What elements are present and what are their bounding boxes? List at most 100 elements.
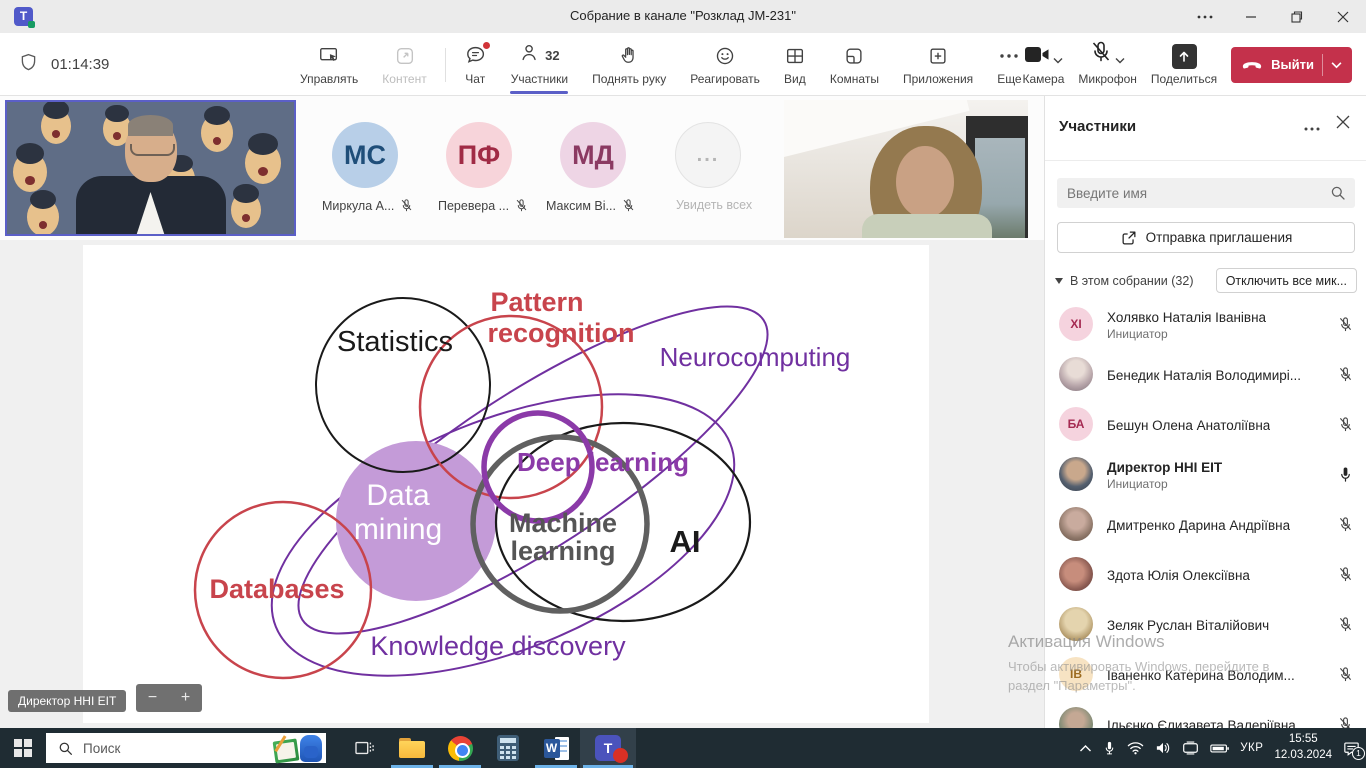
notification-count-badge: 1: [1352, 747, 1365, 760]
camera-chevron-icon[interactable]: [1053, 51, 1063, 69]
tray-chevron-icon[interactable]: [1079, 744, 1092, 753]
mic-muted-icon[interactable]: [1338, 616, 1353, 633]
title-bar: T Собрание в канале "Розклад JM-231": [0, 0, 1366, 33]
system-tray: УКР 15:55 12.03.2024 1: [1079, 728, 1360, 768]
participant-row[interactable]: БА Бешун Олена Анатоліївна: [1045, 400, 1366, 450]
avatar-photo: [1059, 507, 1093, 541]
taskbar-clock[interactable]: 15:55 12.03.2024: [1274, 732, 1332, 763]
chat-notification-dot: [483, 42, 490, 49]
zoom-in-button[interactable]: +: [181, 690, 190, 706]
panel-more-icon[interactable]: [1304, 118, 1320, 136]
search-placeholder: Поиск: [83, 741, 120, 756]
calculator-button[interactable]: [484, 728, 532, 768]
minimize-button[interactable]: [1228, 0, 1274, 33]
section-collapse-icon[interactable]: [1055, 278, 1063, 284]
section-label[interactable]: В этом собрании (32): [1070, 274, 1194, 288]
ai-ml-venn-diagram: Statistics Pattern recognition Neurocomp…: [83, 245, 929, 723]
tray-wifi-icon[interactable]: [1127, 741, 1144, 755]
stage-avatar-md-label: Максим Ві...: [546, 198, 635, 213]
close-button[interactable]: [1320, 0, 1366, 33]
avatar-photo: [1059, 457, 1093, 491]
participant-webcam-tile[interactable]: [784, 100, 1028, 238]
titlebar-more-icon[interactable]: [1182, 0, 1228, 33]
search-icon: [58, 741, 73, 756]
time: 15:55: [1274, 732, 1332, 748]
meeting-timer: 01:14:39: [51, 56, 109, 73]
calculator-icon: [497, 735, 519, 761]
participant-row[interactable]: Здота Юлія Олексіївна: [1045, 550, 1366, 600]
mic-muted-icon[interactable]: [1338, 516, 1353, 533]
stage-avatar-mc[interactable]: МС: [332, 122, 398, 188]
avatar-photo: [1059, 557, 1093, 591]
restore-button[interactable]: [1274, 0, 1320, 33]
presenter-silhouette: [76, 176, 226, 236]
mic-on-icon[interactable]: [1338, 466, 1353, 483]
language-indicator[interactable]: УКР: [1240, 742, 1263, 754]
shared-screen-area: Statistics Pattern recognition Neurocomp…: [0, 240, 1044, 728]
view-button[interactable]: Вид: [772, 33, 818, 96]
react-button[interactable]: Реагировать: [678, 33, 772, 96]
microphone-button[interactable]: Микрофон: [1078, 43, 1136, 86]
chat-button[interactable]: Чат: [452, 33, 499, 96]
see-all-button[interactable]: ...: [675, 122, 741, 188]
start-button[interactable]: [0, 728, 46, 768]
participants-button[interactable]: 32 Участники: [499, 33, 580, 96]
manage-button[interactable]: Управлять: [288, 33, 370, 96]
camera-button[interactable]: Камера: [1022, 43, 1064, 86]
presenter-video-tile[interactable]: [5, 100, 296, 236]
participants-icon: [519, 42, 541, 69]
mic-muted-icon[interactable]: [1338, 366, 1353, 383]
teams-meeting-window: T Собрание в канале "Розклад JM-231" 01:…: [0, 0, 1366, 768]
search-input[interactable]: [1067, 178, 1317, 208]
mic-muted-icon[interactable]: [1338, 666, 1353, 683]
participant-search[interactable]: [1057, 178, 1355, 208]
file-explorer-button[interactable]: [388, 728, 436, 768]
send-invite-button[interactable]: Отправка приглашения: [1057, 222, 1355, 253]
participant-row[interactable]: Зеляк Руслан Віталійович: [1045, 600, 1366, 650]
participant-row[interactable]: Бенедик Наталія Володимирі...: [1045, 350, 1366, 400]
apps-button[interactable]: Приложения: [891, 33, 985, 96]
tray-battery-icon[interactable]: [1210, 743, 1229, 754]
word-button[interactable]: W: [532, 728, 580, 768]
security-shield-icon: [18, 51, 39, 79]
in-meeting-section: В этом собрании (32) Отключить все мик..…: [1055, 268, 1357, 293]
raise-hand-button[interactable]: Поднять руку: [580, 33, 678, 96]
tray-mic-icon[interactable]: [1103, 740, 1116, 756]
mic-muted-icon: [622, 198, 635, 213]
avatar: БА: [1059, 407, 1093, 441]
label-ai: AI: [670, 524, 701, 559]
presenter-name-pill: Директор ННІ ЕІТ: [8, 690, 126, 712]
mic-muted-icon[interactable]: [1338, 316, 1353, 333]
file-explorer-icon: [399, 738, 425, 758]
participant-row[interactable]: Директор ННІ ЕІТ Инициатор: [1045, 450, 1366, 500]
mic-muted-icon[interactable]: [1338, 566, 1353, 583]
task-view-button[interactable]: [345, 728, 385, 768]
label-mining: mining: [354, 513, 442, 546]
participant-row[interactable]: ХІ Холявко Наталія Іванівна Инициатор: [1045, 300, 1366, 350]
zoom-out-button[interactable]: −: [148, 690, 157, 706]
participant-row[interactable]: Дмитренко Дарина Андріївна: [1045, 500, 1366, 550]
apps-plus-icon: [927, 44, 949, 68]
stage-avatar-md[interactable]: МД: [560, 122, 626, 188]
rooms-button[interactable]: Комнаты: [818, 33, 891, 96]
chrome-button[interactable]: [436, 728, 484, 768]
share-invite-icon: [1120, 229, 1138, 247]
participant-row[interactable]: ІВ Іваненко Катерина Володим...: [1045, 650, 1366, 700]
leave-chevron-icon[interactable]: [1331, 56, 1342, 74]
mic-muted-icon[interactable]: [1338, 416, 1353, 433]
mute-all-button[interactable]: Отключить все мик...: [1216, 268, 1357, 293]
taskbar-search[interactable]: Поиск: [46, 733, 326, 763]
notification-center-icon[interactable]: 1: [1343, 741, 1360, 756]
share-button[interactable]: Поделиться: [1151, 44, 1217, 86]
mic-muted-icon[interactable]: [1338, 716, 1353, 728]
panel-close-icon[interactable]: [1336, 115, 1350, 134]
leave-button[interactable]: Выйти: [1231, 47, 1352, 83]
participant-row[interactable]: Ільєнко Єлизавета Валеріївна: [1045, 700, 1366, 728]
stage-avatar-pf[interactable]: ПФ: [446, 122, 512, 188]
label-neurocomputing: Neurocomputing: [660, 342, 851, 372]
participant-name: Дмитренко Дарина Андріївна: [1107, 518, 1290, 533]
microphone-chevron-icon[interactable]: [1115, 51, 1125, 69]
tray-volume-icon[interactable]: [1155, 741, 1171, 755]
tray-display-icon[interactable]: [1182, 741, 1199, 755]
teams-button[interactable]: T: [580, 728, 636, 768]
